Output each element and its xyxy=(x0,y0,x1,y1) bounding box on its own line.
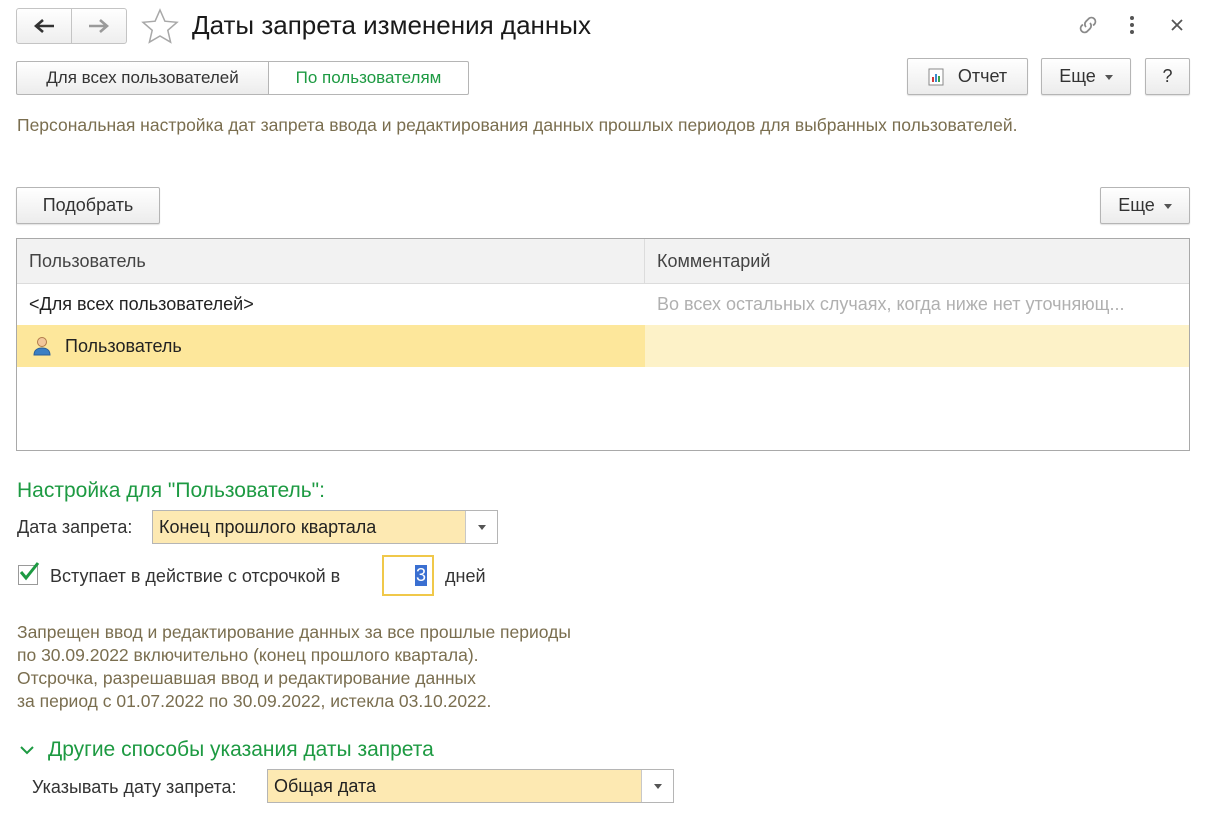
report-button-label: Отчет xyxy=(957,66,1008,86)
date-label: Дата запрета: xyxy=(17,517,133,537)
column-header-user[interactable]: Пользователь xyxy=(17,239,645,283)
report-icon xyxy=(928,68,944,85)
other-methods-heading: Другие способы указания даты запрета xyxy=(48,738,434,761)
close-icon[interactable] xyxy=(1162,10,1192,40)
column-header-comment[interactable]: Комментарий xyxy=(645,239,1189,283)
checkmark-icon xyxy=(19,562,40,581)
pick-button[interactable]: Подобрать xyxy=(16,187,160,224)
chevron-down-icon xyxy=(20,746,34,755)
delay-label: Вступает в действие с отсрочкой в xyxy=(50,566,341,586)
users-table[interactable]: Пользователь Комментарий <Для всех польз… xyxy=(16,238,1190,451)
more-vertical-icon[interactable] xyxy=(1117,10,1147,40)
info-line: за период с 01.07.2022 по 30.09.2022, ис… xyxy=(17,691,492,711)
tab-all-users-label: Для всех пользователей xyxy=(46,68,239,87)
help-button-label: ? xyxy=(1162,66,1173,86)
dropdown-button[interactable] xyxy=(465,511,497,543)
row-comment-cell: Во всех остальных случаях, когда ниже не… xyxy=(657,294,1125,314)
chevron-down-icon xyxy=(477,524,486,530)
table-row[interactable]: <Для всех пользователей> Во всех остальн… xyxy=(17,283,1189,326)
user-icon xyxy=(33,337,51,356)
row-user-label: Пользователь xyxy=(65,336,182,356)
delay-unit: дней xyxy=(445,566,486,586)
info-line: по 30.09.2022 включительно (конец прошло… xyxy=(17,645,479,665)
list-more-button-label: Еще xyxy=(1118,195,1155,215)
help-button[interactable]: ? xyxy=(1145,58,1190,95)
row-user-cell: <Для всех пользователей> xyxy=(29,294,254,314)
delay-checkbox[interactable] xyxy=(18,562,40,585)
info-line: Отсрочка, разрешавшая ввод и редактирова… xyxy=(17,668,476,688)
arrow-right-icon xyxy=(89,19,109,33)
forward-button[interactable] xyxy=(71,8,127,44)
delay-days-value: 3 xyxy=(414,565,427,586)
dropdown-button[interactable] xyxy=(641,770,673,802)
more-button-label: Еще xyxy=(1059,66,1096,86)
tab-by-users-label: По пользователям xyxy=(295,68,442,87)
list-more-button[interactable]: Еще xyxy=(1100,187,1190,224)
row-user-cell: Пользователь xyxy=(17,325,645,367)
date-select[interactable]: Конец прошлого квартала xyxy=(152,510,498,544)
table-row-selected[interactable]: Пользователь xyxy=(17,325,1189,367)
date-select-value: Конец прошлого квартала xyxy=(159,517,377,537)
link-icon[interactable] xyxy=(1073,10,1103,40)
settings-heading: Настройка для "Пользователь": xyxy=(17,479,325,502)
back-button[interactable] xyxy=(16,8,72,44)
more-button[interactable]: Еще xyxy=(1041,58,1131,95)
chevron-down-icon xyxy=(1104,75,1113,80)
description-text: Персональная настройка дат запрета ввода… xyxy=(17,115,1018,135)
restriction-info: Запрещен ввод и редактирование данных за… xyxy=(17,621,571,713)
chevron-down-icon xyxy=(1163,204,1172,209)
delay-days-input[interactable]: 3 xyxy=(382,555,434,596)
other-date-value: Общая дата xyxy=(274,776,377,796)
favorite-star-icon[interactable] xyxy=(141,8,179,49)
other-date-select[interactable]: Общая дата xyxy=(267,769,674,803)
tab-all-users[interactable]: Для всех пользователей xyxy=(16,61,269,95)
other-date-label: Указывать дату запрета: xyxy=(32,777,237,797)
page-title: Даты запрета изменения данных xyxy=(192,10,591,40)
other-methods-toggle[interactable]: Другие способы указания даты запрета xyxy=(19,738,434,762)
row-comment-cell xyxy=(645,325,1189,367)
pick-button-label: Подобрать xyxy=(42,195,134,215)
chevron-down-icon xyxy=(653,783,662,789)
table-header: Пользователь Комментарий xyxy=(17,239,1189,284)
arrow-left-icon xyxy=(34,19,54,33)
info-line: Запрещен ввод и редактирование данных за… xyxy=(17,622,571,642)
report-button[interactable]: Отчет xyxy=(907,58,1028,95)
tab-by-users[interactable]: По пользователям xyxy=(268,61,469,95)
